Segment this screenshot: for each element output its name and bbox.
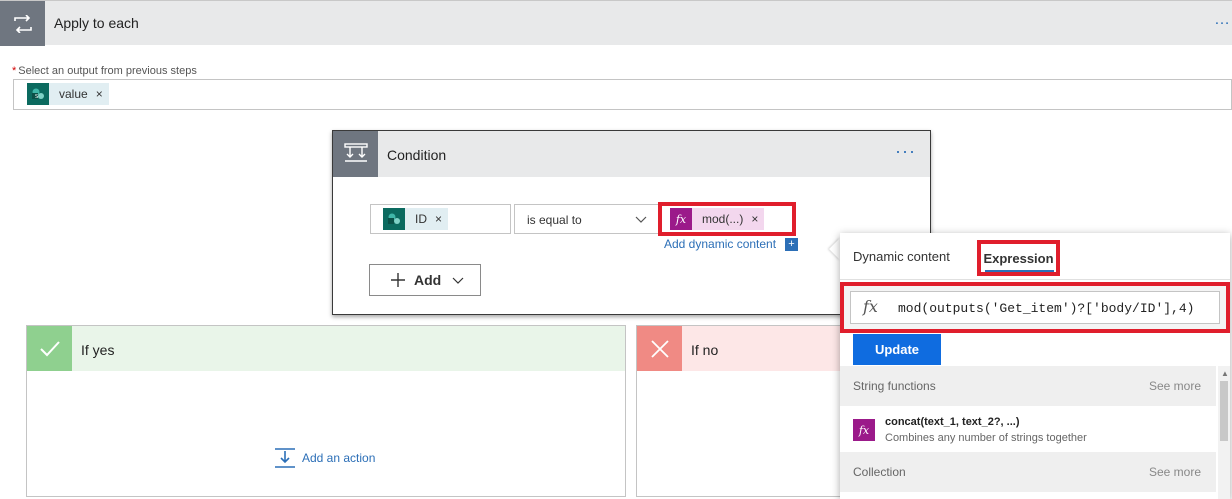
- id-token-remove-icon[interactable]: ×: [435, 212, 442, 226]
- operator-value: is equal to: [527, 213, 582, 227]
- function-item-concat[interactable]: fx concat(text_1, text_2?, ...) Combines…: [840, 406, 1216, 451]
- if-yes-title: If yes: [81, 342, 115, 358]
- svg-text:S: S: [35, 94, 38, 100]
- tab-divider: [840, 279, 1230, 280]
- select-output-label-text: Select an output from previous steps: [18, 65, 197, 77]
- function-description: Combines any number of strings together: [885, 432, 1087, 444]
- section-title: String functions: [853, 379, 936, 393]
- chevron-down-icon: [634, 212, 648, 229]
- tab-dynamic-content[interactable]: Dynamic content: [853, 249, 950, 264]
- loop-icon: [0, 1, 45, 46]
- sharepoint-icon: S: [27, 83, 49, 105]
- add-an-action-link[interactable]: Add an action: [274, 447, 375, 469]
- value-token-remove-icon[interactable]: ×: [96, 87, 103, 101]
- if-no-title: If no: [691, 342, 719, 358]
- function-name: concat(text_1, text_2?, ...): [885, 416, 1020, 428]
- if-no-header[interactable]: If no: [637, 326, 855, 371]
- collection-section: Collection See more: [840, 452, 1216, 492]
- mod-token-remove-icon[interactable]: ×: [751, 212, 758, 226]
- dynamic-content-popup: Dynamic content Expression fx mod(output…: [840, 233, 1230, 499]
- check-icon: [27, 326, 72, 371]
- required-mark: *: [12, 65, 17, 77]
- add-button[interactable]: Add: [369, 264, 481, 296]
- string-functions-section: String functions See more: [840, 366, 1216, 406]
- mod-token[interactable]: fx mod(...) ×: [670, 208, 765, 230]
- value-token-label: value: [59, 87, 88, 101]
- add-button-label: Add: [414, 272, 442, 288]
- if-yes-branch: If yes Add an action: [26, 325, 626, 497]
- condition-left-operand[interactable]: ID ×: [370, 204, 511, 234]
- plus-icon: [391, 273, 405, 287]
- fx-icon: fx: [853, 419, 875, 441]
- see-more-link[interactable]: See more: [1149, 379, 1201, 393]
- popup-pointer: [829, 238, 840, 260]
- expression-editor-highlight: fx mod(outputs('Get_item')?['body/ID'],4…: [840, 282, 1230, 333]
- chevron-down-icon: [452, 277, 464, 284]
- select-output-input[interactable]: S value ×: [13, 79, 1232, 110]
- apply-to-each-header[interactable]: Apply to each …: [0, 0, 1232, 46]
- apply-to-each-more-icon[interactable]: …: [1214, 11, 1230, 29]
- condition-icon: [333, 131, 378, 177]
- operator-dropdown[interactable]: is equal to: [514, 204, 659, 234]
- if-yes-header[interactable]: If yes: [27, 326, 625, 371]
- apply-to-each-title: Apply to each: [54, 15, 139, 31]
- expression-input[interactable]: fx mod(outputs('Get_item')?['body/ID'],4…: [850, 291, 1220, 324]
- id-token[interactable]: ID ×: [383, 208, 449, 230]
- active-tab-indicator: [985, 270, 1054, 272]
- condition-title: Condition: [387, 147, 447, 163]
- fx-icon: fx: [863, 297, 878, 316]
- add-action-icon: [275, 448, 295, 468]
- section-title: Collection: [853, 465, 906, 479]
- if-no-branch: If no: [636, 325, 856, 497]
- scrollbar-thumb[interactable]: [1220, 381, 1228, 441]
- sharepoint-icon: [383, 208, 405, 230]
- expression-value: mod(outputs('Get_item')?['body/ID'],4): [898, 301, 1195, 316]
- mod-token-label: mod(...): [702, 212, 744, 226]
- update-button[interactable]: Update: [853, 334, 941, 365]
- add-an-action-label: Add an action: [302, 451, 376, 465]
- condition-more-icon[interactable]: ···: [895, 141, 916, 162]
- value-token[interactable]: S value ×: [27, 83, 109, 105]
- condition-header[interactable]: Condition ···: [333, 131, 930, 177]
- add-dynamic-content-plus-icon[interactable]: +: [785, 238, 798, 251]
- id-token-label: ID: [415, 212, 427, 226]
- add-dynamic-content-link[interactable]: Add dynamic content: [664, 237, 776, 251]
- select-output-label: * Select an output from previous steps: [12, 65, 197, 77]
- close-icon: [637, 326, 682, 371]
- fx-icon: fx: [670, 208, 692, 230]
- see-more-link[interactable]: See more: [1149, 465, 1201, 479]
- condition-right-operand[interactable]: fx mod(...) ×: [658, 202, 796, 236]
- scroll-up-icon[interactable]: ▲: [1221, 369, 1229, 378]
